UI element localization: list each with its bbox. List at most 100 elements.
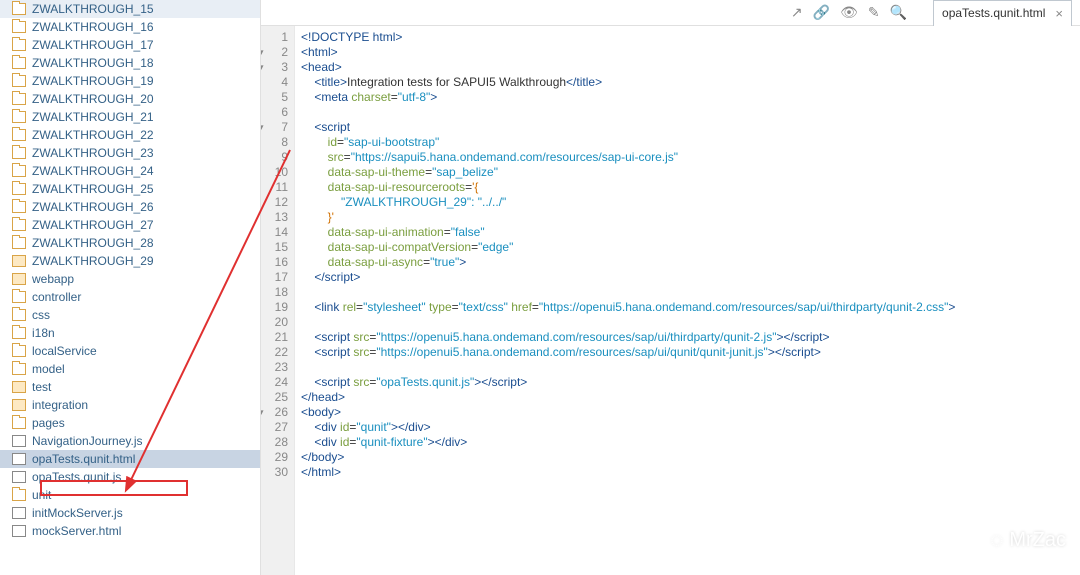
code-line: <title>Integration tests for SAPUI5 Walk…: [301, 75, 1080, 90]
tree-item[interactable]: ZWALKTHROUGH_29: [0, 252, 260, 270]
toolbar-icon[interactable]: ✎: [868, 4, 880, 21]
tree-item[interactable]: test: [0, 378, 260, 396]
line-number: 6: [261, 105, 288, 120]
folder-icon: [12, 345, 26, 357]
folder-icon: [12, 165, 26, 177]
tree-item[interactable]: ZWALKTHROUGH_24: [0, 162, 260, 180]
tree-item[interactable]: initMockServer.js: [0, 504, 260, 522]
tree-item-label: ZWALKTHROUGH_27: [32, 218, 154, 232]
line-number: 10: [261, 165, 288, 180]
tree-item[interactable]: ZWALKTHROUGH_17: [0, 36, 260, 54]
line-number: 8: [261, 135, 288, 150]
code-line: <!DOCTYPE html>: [301, 30, 1080, 45]
tree-item[interactable]: ZWALKTHROUGH_18: [0, 54, 260, 72]
code-line: [301, 315, 1080, 330]
tree-item[interactable]: ZWALKTHROUGH_27: [0, 216, 260, 234]
code-line: data-sap-ui-compatVersion="edge": [301, 240, 1080, 255]
code-line: </head>: [301, 390, 1080, 405]
line-number: 18: [261, 285, 288, 300]
tree-item[interactable]: ZWALKTHROUGH_26: [0, 198, 260, 216]
line-number: 22: [261, 345, 288, 360]
tree-item-label: ZWALKTHROUGH_20: [32, 92, 154, 106]
folder-icon: [12, 489, 26, 501]
tree-item-label: ZWALKTHROUGH_19: [32, 74, 154, 88]
tree-item[interactable]: opaTests.qunit.html: [0, 450, 260, 468]
tree-item-label: ZWALKTHROUGH_25: [32, 182, 154, 196]
tree-item[interactable]: unit: [0, 486, 260, 504]
line-number: 13: [261, 210, 288, 225]
tree-item[interactable]: ZWALKTHROUGH_25: [0, 180, 260, 198]
tree-item[interactable]: pages: [0, 414, 260, 432]
tree-item-label: model: [32, 362, 65, 376]
tree-item-label: opaTests.qunit.html: [32, 452, 135, 466]
tree-item[interactable]: NavigationJourney.js: [0, 432, 260, 450]
tree-item-label: i18n: [32, 326, 55, 340]
code-editor[interactable]: 1234567891011121314151617181920212223242…: [261, 26, 1080, 575]
tree-item[interactable]: model: [0, 360, 260, 378]
folder-icon: [12, 291, 26, 303]
toolbar-icon[interactable]: 🔗: [813, 4, 830, 21]
file-icon: [12, 435, 26, 447]
folder-icon: [12, 273, 26, 285]
code-line: <script src="https://openui5.hana.ondema…: [301, 330, 1080, 345]
tab-label: opaTests.qunit.html: [942, 6, 1045, 20]
line-number: 15: [261, 240, 288, 255]
toolbar-icon[interactable]: ↗: [791, 4, 803, 21]
toolbar-icon[interactable]: 👁: [840, 4, 858, 21]
code-line: <script src="opaTests.qunit.js"></script…: [301, 375, 1080, 390]
line-number: 24: [261, 375, 288, 390]
tree-item[interactable]: i18n: [0, 324, 260, 342]
folder-icon: [12, 93, 26, 105]
folder-icon: [12, 381, 26, 393]
code-line: <head>: [301, 60, 1080, 75]
toolbar-icon[interactable]: 🔍: [890, 4, 907, 21]
code-content[interactable]: <!DOCTYPE html><html><head> <title>Integ…: [295, 26, 1080, 575]
code-line: }': [301, 210, 1080, 225]
tree-item[interactable]: ZWALKTHROUGH_16: [0, 18, 260, 36]
file-icon: [12, 507, 26, 519]
folder-icon: [12, 309, 26, 321]
main-area: ↗🔗👁✎🔍 opaTests.qunit.html × 123456789101…: [261, 0, 1080, 575]
folder-icon: [12, 147, 26, 159]
tree-item[interactable]: ZWALKTHROUGH_22: [0, 126, 260, 144]
close-icon[interactable]: ×: [1055, 6, 1063, 21]
tree-item-label: ZWALKTHROUGH_18: [32, 56, 154, 70]
code-line: [301, 105, 1080, 120]
line-number: 16: [261, 255, 288, 270]
file-tree[interactable]: ZWALKTHROUGH_15 ZWALKTHROUGH_16 ZWALKTHROU…: [0, 0, 261, 575]
tree-item[interactable]: webapp: [0, 270, 260, 288]
tree-item[interactable]: integration: [0, 396, 260, 414]
tree-item-label: ZWALKTHROUGH_22: [32, 128, 154, 142]
folder-icon: [12, 201, 26, 213]
tree-item-label: ZWALKTHROUGH_26: [32, 200, 154, 214]
tree-item-label: ZWALKTHROUGH_16: [32, 20, 154, 34]
tree-item[interactable]: ZWALKTHROUGH_23: [0, 144, 260, 162]
tree-item-label: controller: [32, 290, 81, 304]
tree-item[interactable]: ZWALKTHROUGH_15: [0, 0, 260, 18]
tree-item[interactable]: css: [0, 306, 260, 324]
line-number: 1: [261, 30, 288, 45]
tree-item[interactable]: localService: [0, 342, 260, 360]
tree-item-label: test: [32, 380, 51, 394]
tree-item[interactable]: ZWALKTHROUGH_20: [0, 90, 260, 108]
line-number: 30: [261, 465, 288, 480]
line-number: 4: [261, 75, 288, 90]
folder-icon: [12, 417, 26, 429]
code-line: id="sap-ui-bootstrap": [301, 135, 1080, 150]
code-line: data-sap-ui-resourceroots='{: [301, 180, 1080, 195]
tree-item[interactable]: ZWALKTHROUGH_21: [0, 108, 260, 126]
code-line: [301, 360, 1080, 375]
tree-item[interactable]: ZWALKTHROUGH_28: [0, 234, 260, 252]
folder-icon: [12, 3, 26, 15]
app-root: ZWALKTHROUGH_15 ZWALKTHROUGH_16 ZWALKTHROU…: [0, 0, 1080, 575]
tree-item[interactable]: controller: [0, 288, 260, 306]
code-line: data-sap-ui-async="true">: [301, 255, 1080, 270]
tree-item[interactable]: mockServer.html: [0, 522, 260, 540]
tree-item[interactable]: opaTests.qunit.js: [0, 468, 260, 486]
tree-item-label: ZWALKTHROUGH_23: [32, 146, 154, 160]
line-number: 25: [261, 390, 288, 405]
folder-icon: [12, 255, 26, 267]
editor-tab[interactable]: opaTests.qunit.html ×: [933, 0, 1072, 26]
file-icon: [12, 453, 26, 465]
tree-item[interactable]: ZWALKTHROUGH_19: [0, 72, 260, 90]
